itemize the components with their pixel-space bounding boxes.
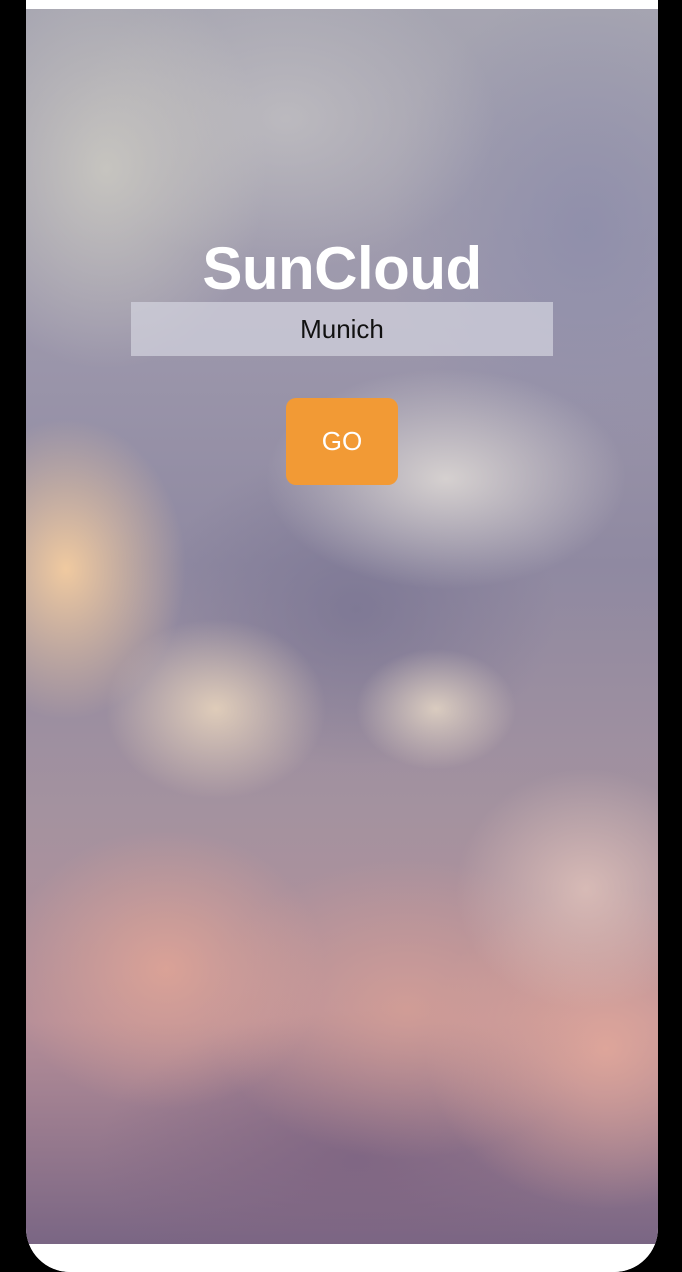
home-indicator-area (26, 1244, 658, 1272)
city-search-input[interactable] (131, 302, 553, 356)
status-bar-area (26, 0, 658, 9)
app-title: SunCloud (202, 235, 482, 303)
phone-frame: SunCloud GO (0, 0, 682, 1272)
go-button[interactable]: GO (286, 398, 398, 485)
app-screen: SunCloud GO (26, 0, 658, 1272)
cloud-background-image: SunCloud GO (26, 9, 658, 1244)
